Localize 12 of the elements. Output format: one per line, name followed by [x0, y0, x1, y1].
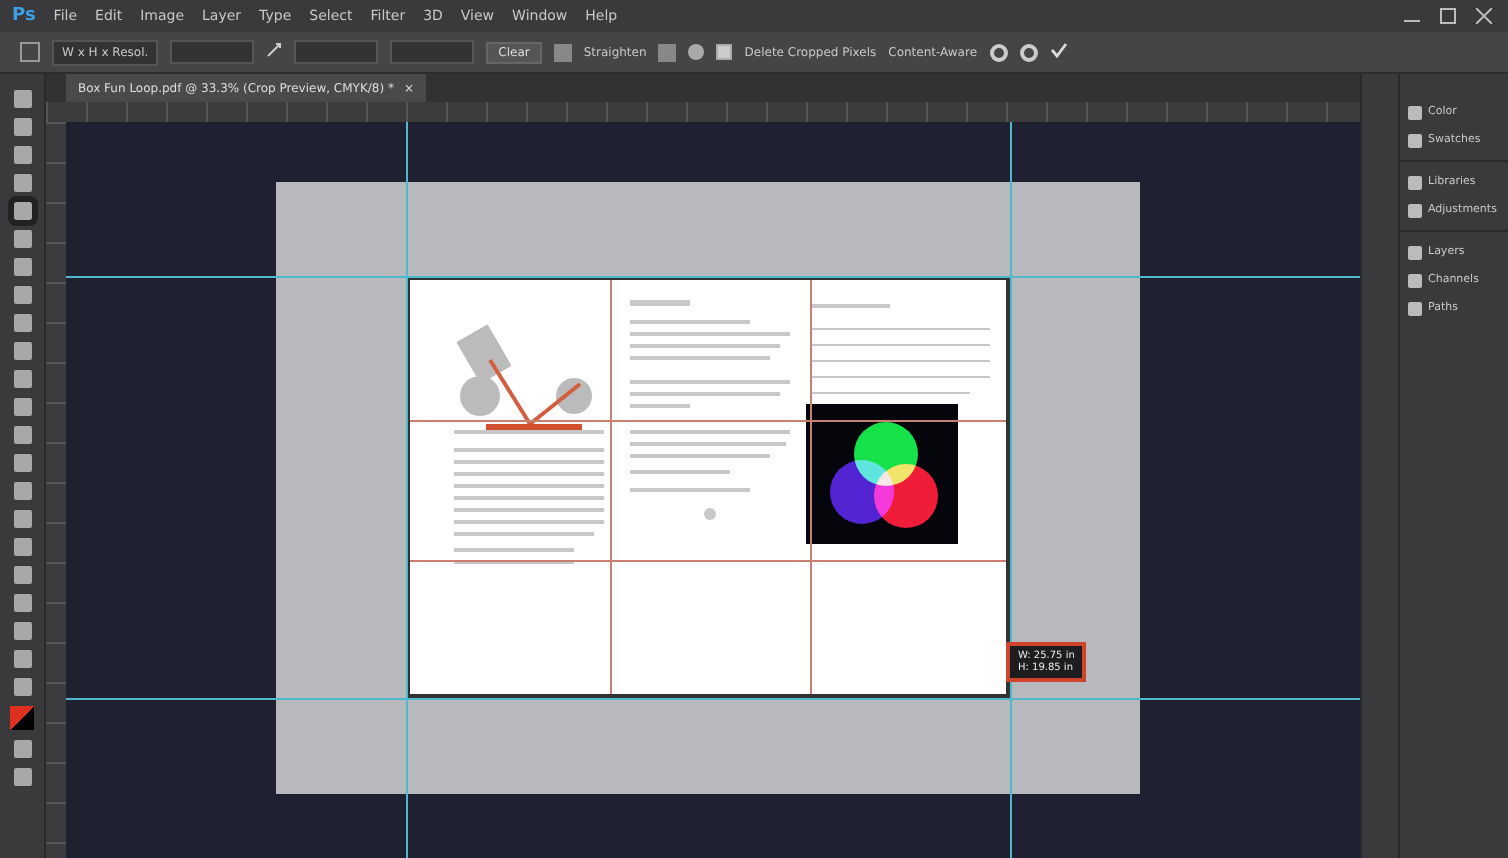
crop-tool-icon[interactable] — [20, 42, 40, 62]
commit-check-icon[interactable] — [1049, 41, 1068, 57]
maximize-icon[interactable] — [1440, 8, 1456, 24]
height-field[interactable] — [294, 40, 379, 64]
delete-cropped-checkbox[interactable] — [716, 44, 733, 60]
resolution-field[interactable] — [390, 40, 475, 64]
app-logo: Ps — [12, 6, 36, 26]
close-icon[interactable] — [1476, 8, 1492, 24]
reset-icon[interactable] — [989, 43, 1008, 61]
width-field[interactable] — [170, 40, 255, 64]
color-swatches-icon[interactable] — [10, 706, 34, 730]
cancel-icon[interactable] — [1019, 43, 1038, 61]
